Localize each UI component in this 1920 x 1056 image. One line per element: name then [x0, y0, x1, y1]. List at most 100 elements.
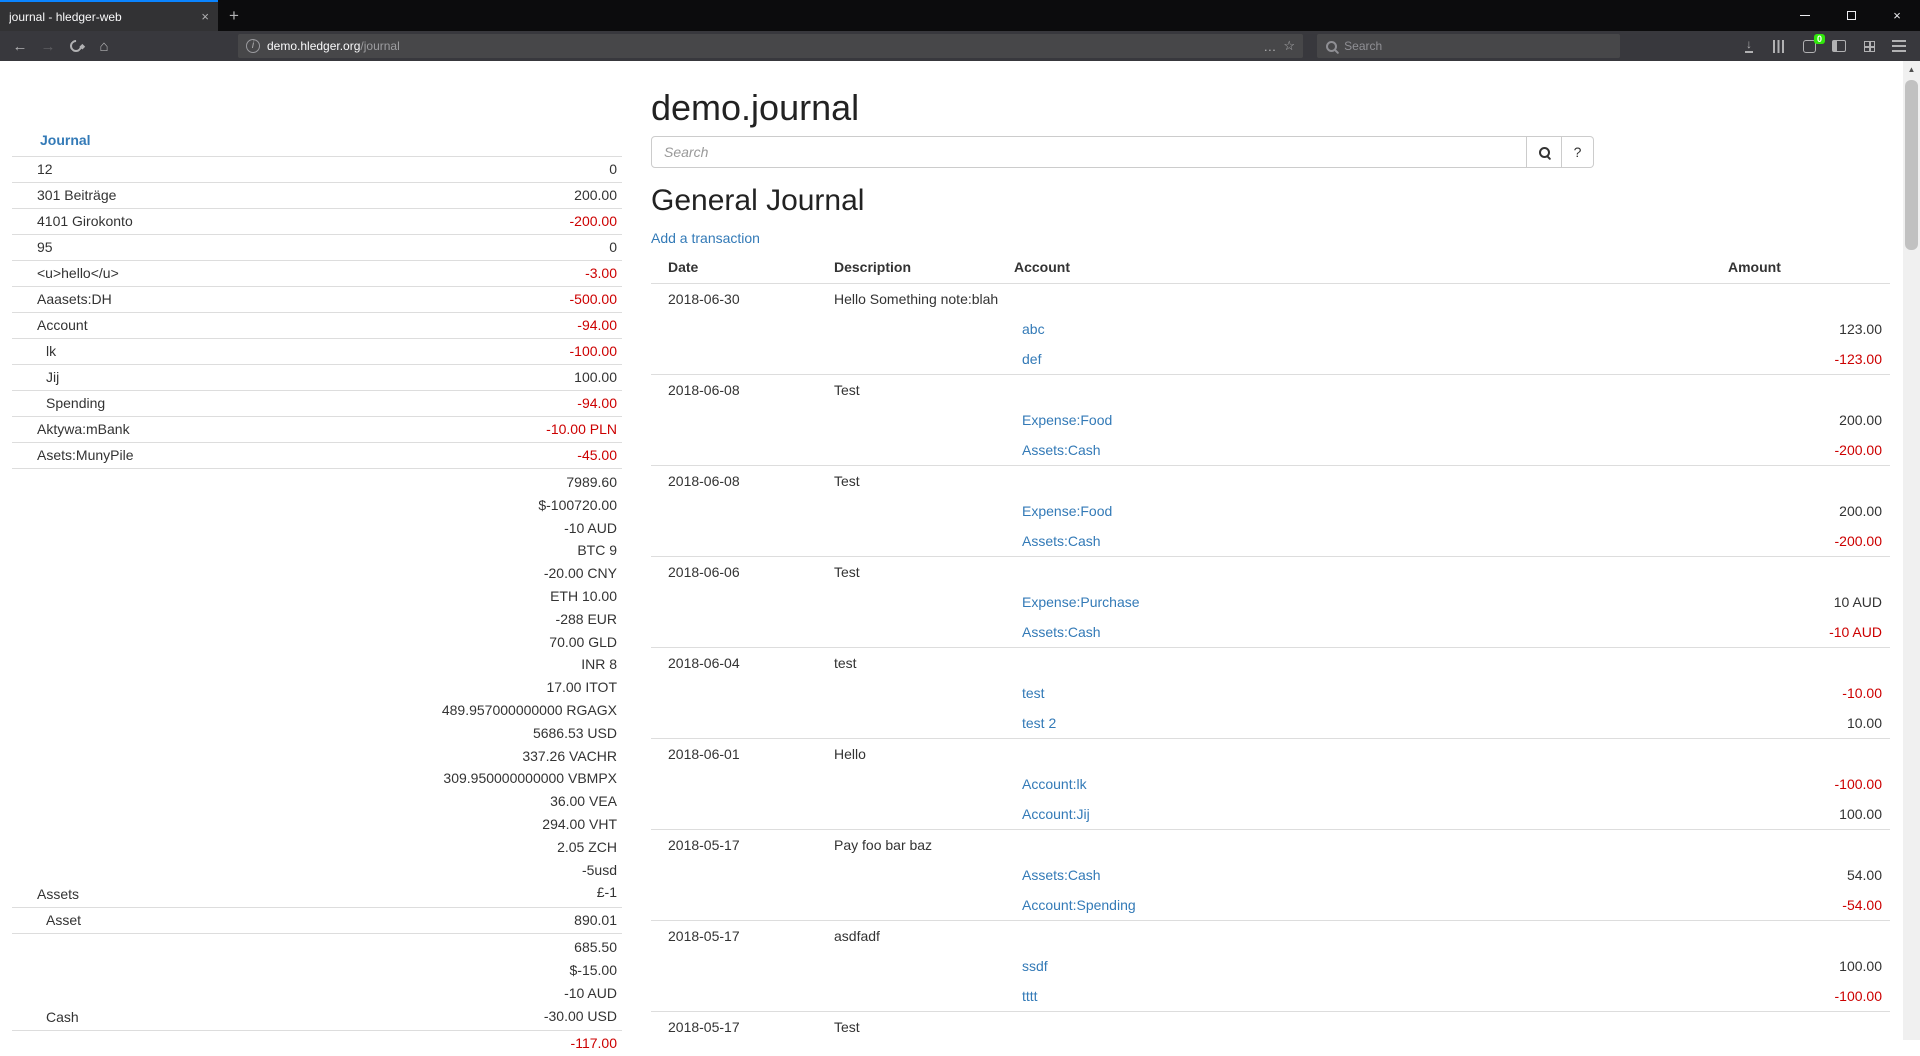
sidebar-account-row: 12 0 — [12, 156, 622, 182]
posting-account-link[interactable]: Assets:Cash — [1022, 442, 1101, 458]
add-transaction-link[interactable]: Add a transaction — [651, 228, 760, 248]
transaction-date: 2018-05-17 — [651, 830, 826, 861]
transaction-row[interactable]: 2018-06-06Test — [651, 557, 1890, 588]
site-info-icon[interactable]: i — [246, 39, 260, 53]
sidebar-account-link[interactable]: Jij — [46, 367, 59, 387]
posting-account-link[interactable]: Account:Spending — [1022, 897, 1136, 913]
posting-account-link[interactable]: def — [1022, 351, 1041, 367]
sidebar-account-balance: 0 — [609, 159, 617, 179]
window-close-button[interactable]: × — [1874, 0, 1920, 31]
downloads-button[interactable]: ↓ — [1734, 33, 1764, 59]
new-tab-button[interactable]: + — [218, 0, 250, 31]
search-icon — [1325, 40, 1337, 53]
posting-account-cell: ssdf — [1006, 951, 1720, 981]
sidebar-account-row: 950 — [12, 234, 622, 260]
sidebar-account-link[interactable]: Account — [37, 315, 88, 335]
posting-account-link[interactable]: Expense:Food — [1022, 503, 1112, 519]
posting-account-cell: test 2 — [1006, 708, 1720, 739]
back-button[interactable]: ← — [6, 33, 34, 59]
balance-amount: BTC 9 — [442, 539, 617, 562]
sidebar-account-link[interactable]: Asset — [46, 910, 81, 930]
sidebar-account-link[interactable]: 12 — [37, 159, 53, 179]
posting-account-cell: Account:Spending — [1006, 890, 1720, 921]
transaction-row[interactable]: 2018-06-30Hello Something note:blah — [651, 284, 1890, 315]
posting-account-link[interactable]: Expense:Food — [1022, 412, 1112, 428]
sidebar-account-balance: -10.00 PLN — [546, 419, 617, 439]
posting-amount: 100.00 — [1720, 951, 1890, 981]
transaction-amount — [1720, 375, 1890, 406]
page-scrollbar[interactable]: ▲ — [1903, 61, 1920, 1040]
posting-account-link[interactable]: tttt — [1022, 988, 1038, 1004]
posting-account-link[interactable]: test 2 — [1022, 715, 1056, 731]
balance-amount: 17.00 ITOT — [442, 676, 617, 699]
posting-row: abc123.00 — [651, 314, 1890, 344]
home-button[interactable]: ⌂ — [90, 33, 118, 59]
bookmark-star-icon[interactable]: ☆ — [1283, 38, 1295, 54]
sidebars-button[interactable] — [1824, 33, 1854, 59]
posting-account-link[interactable]: abc — [1022, 321, 1045, 337]
transaction-row[interactable]: 2018-06-08Test — [651, 375, 1890, 406]
url-host: demo.hledger.org — [267, 39, 360, 53]
sidebar-account-link[interactable]: Cash — [46, 1007, 79, 1027]
transaction-amount — [1720, 739, 1890, 770]
search-help-button[interactable]: ? — [1562, 136, 1594, 168]
sidebar-account-link[interactable]: 4101 Girokonto — [37, 211, 133, 231]
sidebar-account-link[interactable]: Aaasets:DH — [37, 289, 112, 309]
journal-search-input[interactable] — [651, 136, 1527, 168]
posting-account-link[interactable]: Account:Jij — [1022, 806, 1090, 822]
sidebar-account-link[interactable]: <u>hello</u> — [37, 263, 119, 283]
transaction-row[interactable]: 2018-05-17Pay foo bar baz — [651, 830, 1890, 861]
posting-account-link[interactable]: Assets:Cash — [1022, 867, 1101, 883]
sidebar-account-link[interactable]: Asets:MunyPile — [37, 445, 133, 465]
sidebar-account-link[interactable]: Aktywa:mBank — [37, 419, 130, 439]
library-button[interactable] — [1764, 33, 1794, 59]
column-header-amount: Amount — [1720, 252, 1890, 284]
menu-button[interactable] — [1884, 33, 1914, 59]
browser-search-input[interactable] — [1344, 39, 1612, 53]
url-bar[interactable]: i demo.hledger.org/journal … ☆ — [238, 34, 1303, 58]
posting-row: Expense:Purchase10 AUD — [651, 587, 1890, 617]
posting-spacer — [651, 435, 1006, 466]
posting-row: Account:Spending-54.00 — [651, 890, 1890, 921]
page-actions-icon[interactable]: … — [1263, 39, 1276, 54]
forward-button[interactable]: → — [34, 33, 62, 59]
extension-button[interactable]: 0 — [1794, 33, 1824, 59]
scrollbar-thumb[interactable] — [1905, 80, 1918, 250]
posting-spacer — [651, 617, 1006, 648]
sidebar-account-link[interactable]: Spending — [46, 393, 105, 413]
transaction-row[interactable]: 2018-06-04test — [651, 648, 1890, 679]
page-title: demo.journal — [651, 88, 1890, 128]
posting-row: Assets:Cash-200.00 — [651, 435, 1890, 466]
tab-close-icon[interactable]: × — [201, 9, 209, 24]
window-restore-button[interactable] — [1828, 0, 1874, 31]
transaction-row[interactable]: 2018-06-01Hello — [651, 739, 1890, 770]
transaction-row[interactable]: 2018-05-17asdfadf — [651, 921, 1890, 952]
posting-account-link[interactable]: Expense:Purchase — [1022, 594, 1140, 610]
journal-search-button[interactable] — [1527, 136, 1562, 168]
sidebar-account-balance: -94.00 — [577, 315, 617, 335]
scrollbar-up-arrow[interactable]: ▲ — [1903, 61, 1920, 78]
posting-account-link[interactable]: test — [1022, 685, 1045, 701]
sidebar-journal-link[interactable]: Journal — [40, 130, 91, 150]
column-header-account: Account — [1006, 252, 1720, 284]
posting-account-link[interactable]: ssdf — [1022, 958, 1048, 974]
window-minimize-button[interactable] — [1782, 0, 1828, 31]
sidebar-account-link[interactable]: 95 — [37, 237, 53, 257]
apps-grid-button[interactable] — [1854, 33, 1884, 59]
posting-account-link[interactable]: Account:lk — [1022, 776, 1087, 792]
sidebar-account-link[interactable]: Assets — [37, 884, 79, 904]
browser-search-field[interactable] — [1317, 34, 1620, 58]
column-header-description: Description — [826, 252, 1006, 284]
reload-button[interactable] — [62, 33, 90, 59]
sidebar-account-link[interactable]: lk — [46, 341, 56, 361]
transaction-row[interactable]: 2018-06-08Test — [651, 466, 1890, 497]
posting-account-link[interactable]: Assets:Cash — [1022, 533, 1101, 549]
posting-row: Account:lk-100.00 — [651, 769, 1890, 799]
posting-account-link[interactable]: Assets:Cash — [1022, 624, 1101, 640]
sidebar-account-link[interactable]: 301 Beiträge — [37, 185, 116, 205]
search-icon — [1538, 146, 1551, 159]
transaction-row[interactable]: 2018-05-17Test — [651, 1012, 1890, 1043]
balance-amount: -500.00 — [570, 289, 617, 309]
sidebar-account-row: Cash685.50$-15.00-10 AUD-30.00 USD — [12, 933, 622, 1030]
browser-tab[interactable]: journal - hledger-web × — [0, 0, 218, 31]
